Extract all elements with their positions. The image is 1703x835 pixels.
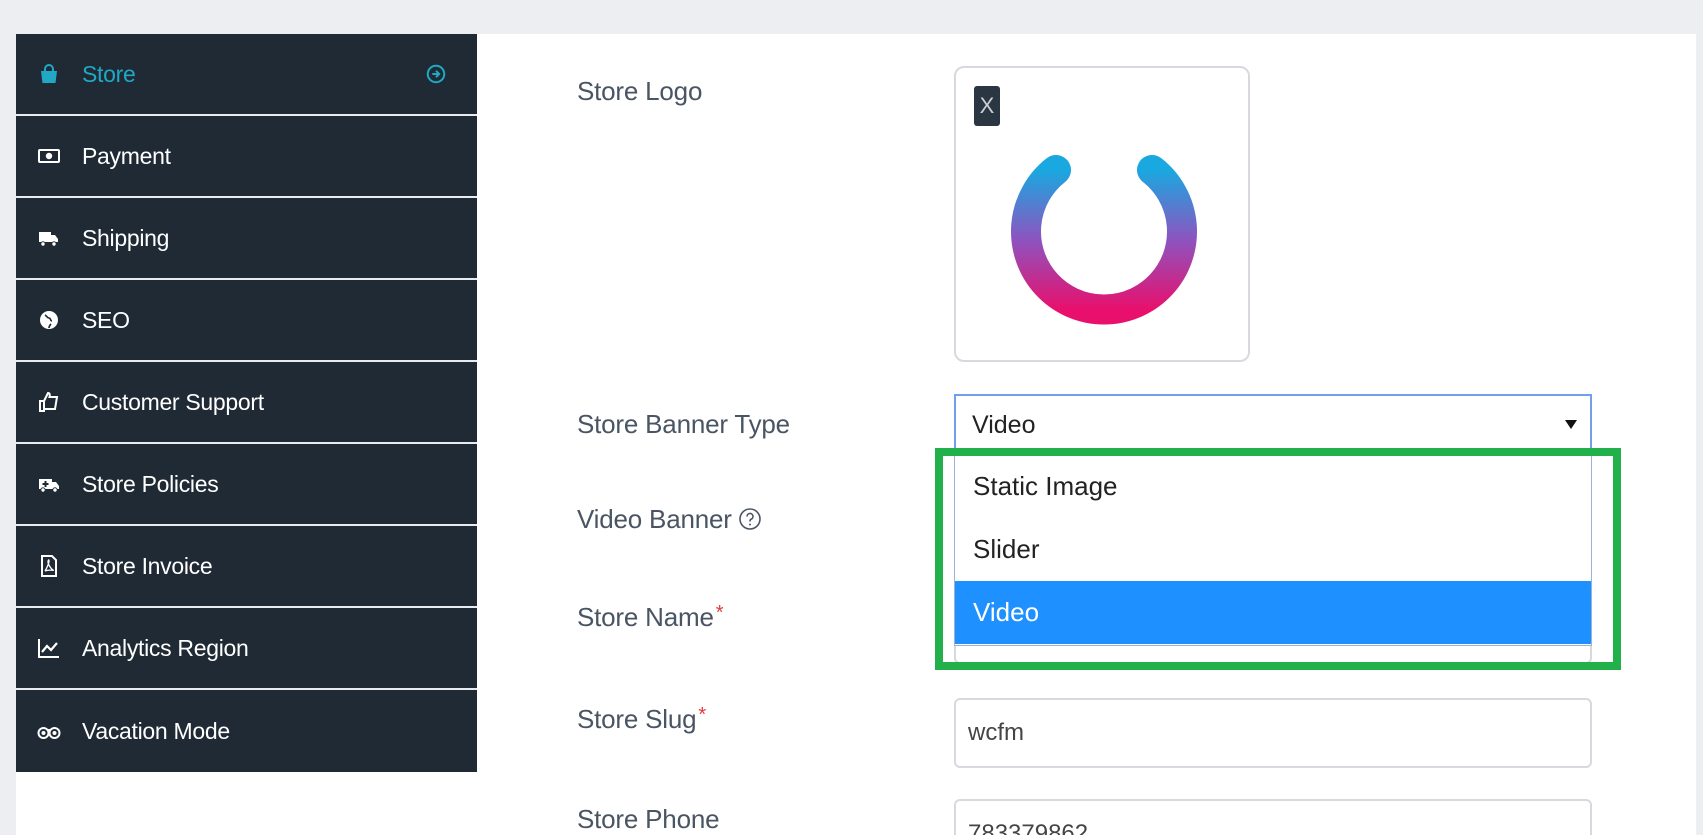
settings-sidebar: Store Payment Shipping SEO Customer Supp…	[16, 34, 477, 772]
required-mark: *	[715, 602, 724, 624]
power-logo-image	[1011, 122, 1197, 325]
sidebar-item-store[interactable]: Store	[16, 34, 477, 116]
store-logo-label: Store Logo	[577, 76, 703, 106]
video-banner-label: Video Banner	[577, 504, 762, 535]
help-icon[interactable]	[738, 507, 762, 531]
sidebar-item-payment[interactable]: Payment	[16, 116, 477, 198]
arrow-circle-right-icon	[426, 64, 446, 84]
thumbs-up-icon	[36, 389, 62, 415]
banner-type-select[interactable]: Video	[954, 394, 1592, 456]
sidebar-item-label: Analytics Region	[82, 634, 249, 661]
money-icon	[36, 143, 62, 169]
sidebar-item-label: Payment	[82, 142, 171, 169]
sidebar-item-store-policies[interactable]: Store Policies	[16, 444, 477, 526]
sidebar-item-label: Customer Support	[82, 388, 264, 415]
highlight-box	[935, 448, 1621, 670]
store-phone-input[interactable]: 783379862	[954, 799, 1592, 835]
store-logo-upload[interactable]: X	[954, 66, 1250, 362]
sidebar-item-label: Shipping	[82, 224, 170, 251]
store-phone-label: Store Phone	[577, 804, 720, 834]
sidebar-item-vacation-mode[interactable]: Vacation Mode	[16, 690, 477, 772]
store-name-label: Store Name *	[577, 602, 724, 632]
sidebar-item-store-invoice[interactable]: Store Invoice	[16, 526, 477, 608]
shopping-bag-icon	[36, 61, 62, 87]
store-slug-input[interactable]: wcfm	[954, 698, 1592, 768]
binoculars-icon	[36, 718, 62, 744]
banner-type-value: Video	[972, 410, 1036, 439]
pdf-file-icon	[36, 553, 62, 579]
banner-type-label: Store Banner Type	[577, 409, 790, 439]
sidebar-item-label: Vacation Mode	[82, 717, 230, 744]
store-slug-label: Store Slug *	[577, 704, 706, 734]
sidebar-item-label: SEO	[82, 306, 130, 333]
caret-down-icon	[1565, 420, 1577, 429]
sidebar-item-shipping[interactable]: Shipping	[16, 198, 477, 280]
ambulance-icon	[36, 471, 62, 497]
sidebar-item-seo[interactable]: SEO	[16, 280, 477, 362]
globe-icon	[36, 307, 62, 333]
line-chart-icon	[36, 635, 62, 661]
truck-icon	[36, 225, 62, 251]
sidebar-item-label: Store	[82, 60, 136, 87]
sidebar-item-label: Store Policies	[82, 470, 219, 497]
settings-panel: Store Payment Shipping SEO Customer Supp…	[16, 34, 1696, 835]
sidebar-item-label: Store Invoice	[82, 552, 213, 579]
required-mark: *	[698, 704, 706, 726]
sidebar-item-analytics-region[interactable]: Analytics Region	[16, 608, 477, 690]
sidebar-item-customer-support[interactable]: Customer Support	[16, 362, 477, 444]
